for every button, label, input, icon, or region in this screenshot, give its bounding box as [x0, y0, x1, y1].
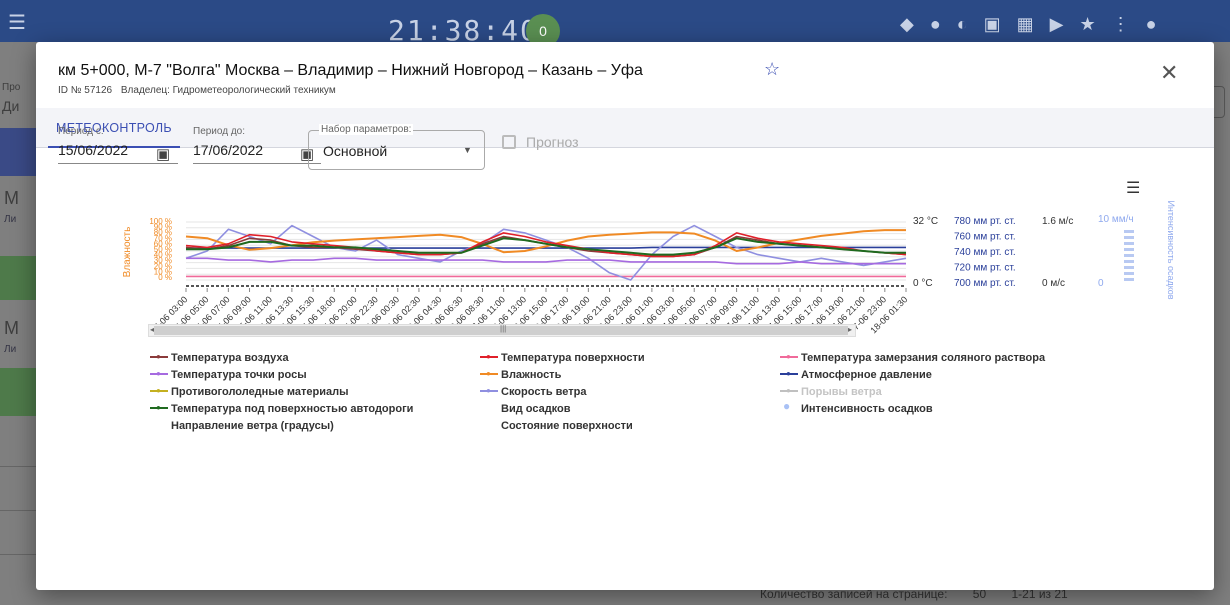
legend-marker-icon: ● — [780, 386, 798, 396]
legend-item[interactable]: ● Температура точки росы — [150, 369, 307, 381]
axis-precip-max: 10 мм/ч — [1098, 214, 1134, 225]
axis-pressure-tick: 740 мм рт. ст. — [954, 247, 1016, 258]
legend-label: Интенсивность осадков — [801, 403, 933, 415]
legend-label: Порывы ветра — [801, 386, 882, 398]
legend-item[interactable]: Вид осадков — [480, 403, 571, 415]
axis-precip-tick — [1124, 242, 1134, 245]
legend-item[interactable]: ● Скорость ветра — [480, 386, 586, 398]
legend-label: Вид осадков — [501, 403, 571, 415]
legend-marker-icon — [480, 420, 498, 430]
legend-marker-icon — [480, 403, 498, 413]
scroll-left-icon[interactable]: ◂ — [150, 325, 154, 334]
axis-wind-min: 0 м/с — [1042, 278, 1065, 289]
legend-item[interactable]: ● Температура замерзания соляного раствор… — [780, 352, 1045, 364]
axis-precip-tick — [1124, 236, 1134, 239]
scroll-grip-icon[interactable]: ||| — [500, 324, 506, 333]
legend-marker-icon: ● — [480, 369, 498, 379]
y-axis-right-title: Интенсивность осадков — [1166, 200, 1176, 299]
legend-item[interactable]: ● Температура под поверхностью автодороги — [150, 403, 413, 415]
legend-label: Температура точки росы — [171, 369, 307, 381]
axis-precip-tick — [1124, 272, 1134, 275]
legend-label: Влажность — [501, 369, 562, 381]
axis-temp-max: 32 °C — [913, 216, 938, 227]
legend-marker-icon: ● — [780, 369, 798, 379]
axis-pressure-tick: 780 мм рт. ст. — [954, 216, 1016, 227]
legend-item[interactable]: ● Противогололедные материалы — [150, 386, 348, 398]
scroll-right-icon[interactable]: ▸ — [848, 325, 852, 334]
legend-label: Скорость ветра — [501, 386, 587, 398]
legend-item[interactable]: ● Порывы ветра — [780, 386, 882, 398]
y-axis-left-tick: 0 % — [158, 273, 172, 282]
legend-label: Направление ветра (градусы) — [171, 420, 334, 432]
legend-marker-icon: ● — [480, 386, 498, 396]
legend-marker-icon: ● — [150, 352, 168, 362]
legend-marker-icon: ● — [150, 403, 168, 413]
axis-precip-tick — [1124, 266, 1134, 269]
legend-label: Температура поверхности — [501, 352, 645, 364]
chart-menu-icon[interactable]: ☰ — [1126, 178, 1140, 198]
axis-pressure-tick: 700 мм рт. ст. — [954, 278, 1016, 289]
legend-item[interactable]: ● Температура воздуха — [150, 352, 289, 364]
legend-marker-icon: ● — [780, 352, 798, 362]
series-line — [186, 246, 906, 249]
legend-label: Температура замерзания соляного раствора — [801, 352, 1046, 364]
axis-pressure-tick: 760 мм рт. ст. — [954, 232, 1016, 243]
axis-precip-min: 0 — [1098, 278, 1104, 289]
legend-label: Противогололедные материалы — [171, 386, 349, 398]
axis-precip-tick — [1124, 260, 1134, 263]
legend-label: Температура воздуха — [171, 352, 289, 364]
legend-item[interactable]: Состояние поверхности — [480, 420, 633, 432]
axis-precip-tick — [1124, 278, 1134, 281]
legend-label: Температура под поверхностью автодороги — [171, 403, 414, 415]
meteo-chart: Влажность100 %90 %80 %70 %60 %50 %40 %30… — [122, 200, 1176, 335]
legend-marker-icon: ● — [150, 369, 168, 379]
axis-wind-max: 1.6 м/с — [1042, 216, 1073, 227]
legend-marker-icon: ● — [480, 352, 498, 362]
legend-label: Атмосферное давление — [801, 369, 932, 381]
legend-marker-icon — [150, 420, 168, 430]
legend-item[interactable]: ● Атмосферное давление — [780, 369, 932, 381]
axis-precip-tick — [1124, 230, 1134, 233]
axis-pressure-tick: 720 мм рт. ст. — [954, 263, 1016, 274]
legend-item[interactable]: ● Интенсивность осадков — [780, 399, 933, 415]
legend-item[interactable]: Направление ветра (градусы) — [150, 420, 334, 432]
axis-temp-min: 0 °C — [913, 278, 933, 289]
legend-marker-icon: ● — [783, 399, 791, 413]
legend-item[interactable]: ● Температура поверхности — [480, 352, 645, 364]
legend-item[interactable]: ● Влажность — [480, 369, 561, 381]
legend-marker-icon: ● — [150, 386, 168, 396]
y-axis-left-title: Влажность — [122, 227, 133, 278]
legend-label: Состояние поверхности — [501, 420, 633, 432]
axis-precip-tick — [1124, 248, 1134, 251]
axis-precip-tick — [1124, 254, 1134, 257]
